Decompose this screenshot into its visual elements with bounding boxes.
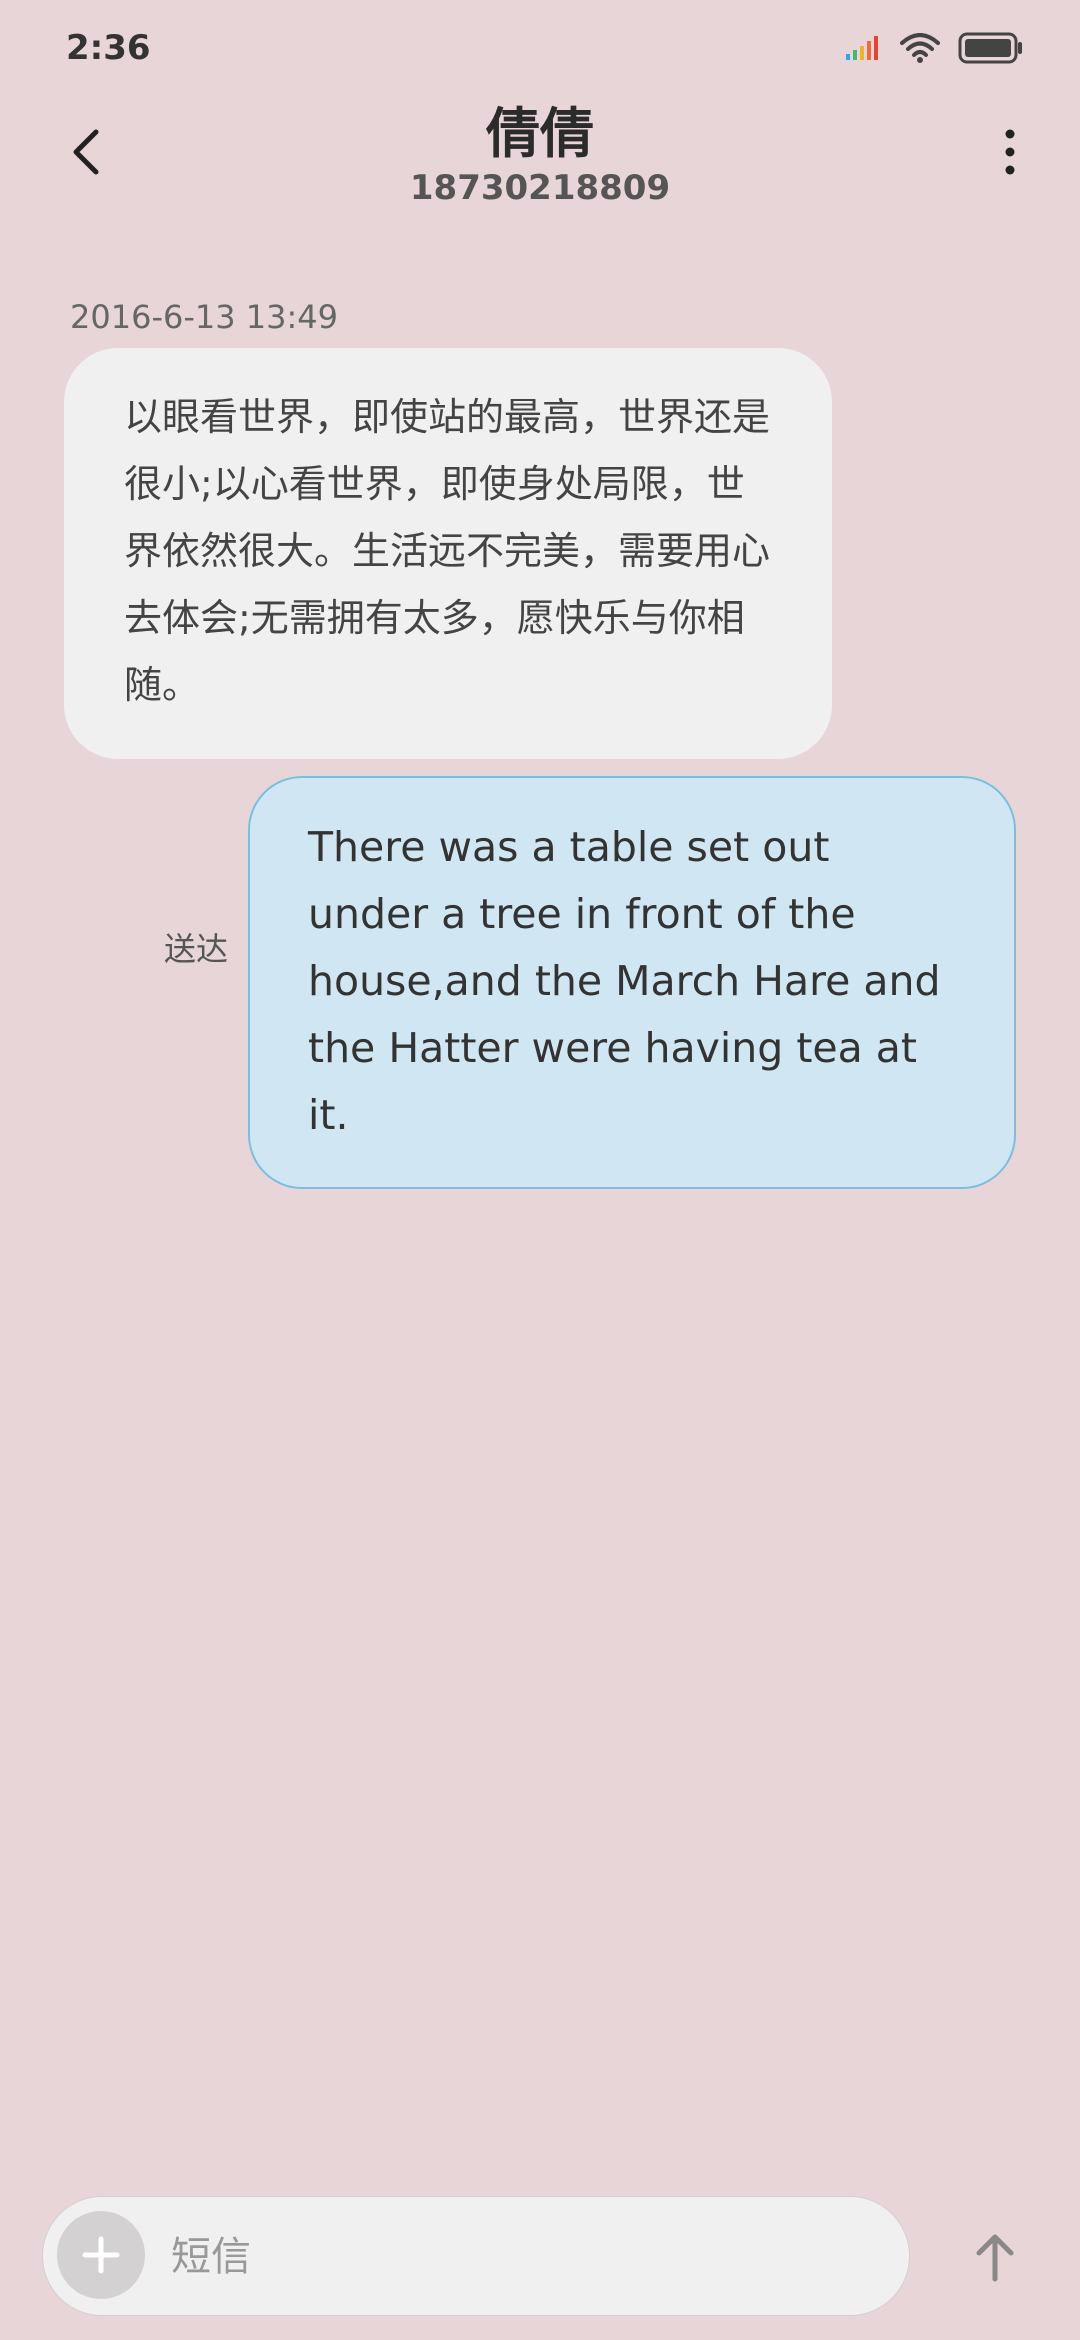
conversation-header: 倩倩 18730218809 — [0, 96, 1080, 226]
sms-input[interactable] — [171, 2217, 871, 2297]
more-options-button[interactable] — [980, 122, 1040, 182]
send-button[interactable] — [960, 2222, 1030, 2292]
status-icons — [846, 28, 1024, 68]
attach-button[interactable] — [57, 2211, 145, 2299]
delivery-status: 送达 — [164, 930, 229, 968]
message-timestamp: 2016-6-13 13:49 — [70, 298, 338, 336]
status-time: 2:36 — [66, 28, 151, 68]
send-arrow-icon — [976, 2234, 1014, 2282]
signal-icon — [846, 36, 878, 60]
plus-icon — [82, 2236, 120, 2274]
contact-name: 倩倩 — [486, 102, 594, 165]
incoming-message-bubble[interactable]: 以眼看世界，即使站的最高，世界还是很小;以心看世界，即使身处局限，世界依然很大。… — [64, 348, 832, 759]
outgoing-message-bubble[interactable]: There was a table set out under a tree i… — [248, 776, 1016, 1189]
status-bar: 2:36 — [0, 0, 1080, 96]
wifi-icon — [900, 33, 940, 63]
message-composer — [42, 2196, 910, 2316]
battery-icon — [958, 32, 1022, 64]
more-vertical-icon — [1005, 129, 1015, 175]
contact-number: 18730218809 — [409, 168, 671, 208]
